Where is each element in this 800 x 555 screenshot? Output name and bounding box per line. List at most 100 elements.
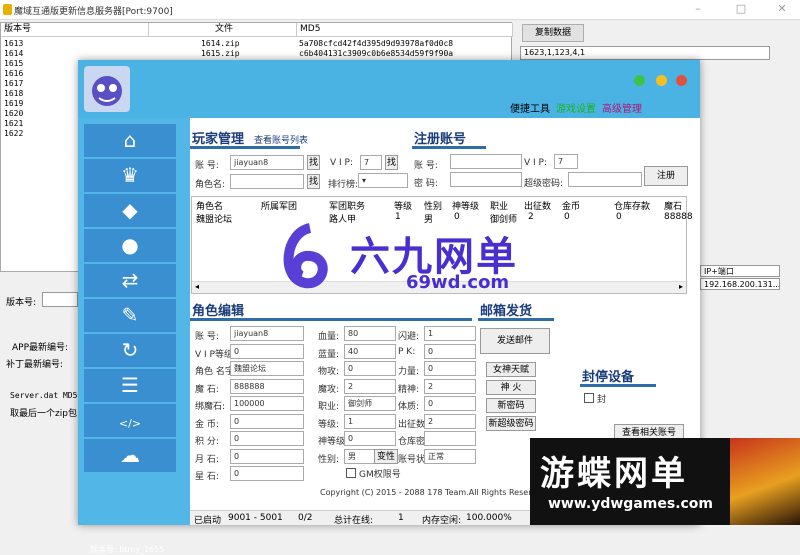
left-field[interactable]: 魏盟论坛 (230, 361, 304, 376)
right-field[interactable]: 正常 (424, 448, 476, 464)
minimize-icon[interactable]: – (692, 3, 704, 15)
role-name-input[interactable] (230, 174, 304, 189)
menu-advanced[interactable]: 高级管理 (602, 100, 642, 115)
new-super-password-button[interactable]: 新超级密码 (486, 416, 536, 431)
left-field[interactable]: jiayuan8 (230, 326, 304, 341)
status-state: 已启动 (194, 516, 222, 526)
reg-password-input[interactable] (450, 172, 522, 187)
cell-role: 魏盟论坛 (196, 215, 233, 225)
mid-field[interactable]: 0 (344, 361, 396, 376)
home-icon: ⌂ (123, 128, 137, 152)
right-field[interactable]: 2 (424, 413, 476, 429)
left-field[interactable]: 0 (230, 413, 304, 429)
grid-cell-ver: 1617 (4, 79, 24, 88)
app-icon (3, 4, 12, 15)
menu-tools[interactable]: 便捷工具 (510, 100, 550, 115)
register-title: 注册账号 (414, 132, 467, 147)
vip-input[interactable]: 7 (360, 155, 382, 170)
right-label: 体质: (398, 402, 420, 412)
reg-password-label: 密 码: (414, 179, 438, 189)
reg-super-input[interactable] (568, 172, 642, 187)
mid-field[interactable]: 2 (344, 378, 396, 394)
app-label: APP最新编号: (12, 343, 69, 353)
register-button[interactable]: 注册 (644, 166, 688, 186)
left-field[interactable]: 0 (230, 343, 304, 359)
divine-fire-button[interactable]: 神 火 (486, 380, 536, 395)
right-field[interactable]: 0 (424, 396, 476, 411)
crown-icon: ♛ (121, 163, 139, 187)
grid-cell-ver: 1615 (4, 59, 24, 68)
sidebar-item-7[interactable]: ☰ (84, 369, 176, 402)
maximize-icon[interactable]: □ (735, 3, 747, 15)
sidebar-item-2[interactable]: ◆ (84, 194, 176, 227)
scroll-right-icon[interactable]: ▸ (679, 282, 683, 291)
red-dot-icon[interactable] (676, 75, 687, 86)
left-field[interactable]: 888888 (230, 378, 304, 394)
cell-magic-stone: 88888 (664, 212, 693, 222)
status-ports: 9001 - 5001 (228, 513, 283, 523)
left-label: 金 币: (195, 419, 219, 430)
sidebar-item-8[interactable]: </> (84, 404, 176, 437)
find-role-button[interactable]: 找 (307, 174, 320, 189)
account-input[interactable]: jiayuan8 (230, 155, 304, 170)
role-name-label: 角色名: (195, 180, 226, 190)
yellow-dot-icon[interactable] (656, 75, 667, 86)
left-field[interactable]: 0 (230, 431, 304, 446)
reg-vip-input[interactable]: 7 (554, 154, 578, 169)
reg-account-input[interactable] (450, 154, 522, 169)
rank-select[interactable]: ▾ (358, 173, 408, 188)
left-field[interactable]: 0 (230, 448, 304, 464)
mid-field[interactable]: 御剑师 (344, 396, 396, 411)
sidebar-item-5[interactable]: ✎ (84, 299, 176, 332)
col-file[interactable]: 文件 (149, 23, 297, 37)
transform-button[interactable]: 变性 (374, 449, 398, 464)
copy-field[interactable]: 1623,1,123,4,1 (520, 46, 770, 60)
port-header: IP+端口 (700, 265, 780, 277)
sidebar-item-6[interactable]: ↻ (84, 334, 176, 367)
col-md5[interactable]: MD5 (297, 23, 513, 37)
col-version[interactable]: 版本号 (1, 23, 149, 37)
find-account-button[interactable]: 找 (307, 155, 320, 170)
version-input[interactable] (42, 292, 78, 307)
status-count: 0/2 (298, 513, 313, 523)
url-ydw: www.ydwgames.com (548, 496, 714, 512)
mid-field[interactable]: 40 (344, 343, 396, 359)
mid-field[interactable]: 80 (344, 326, 396, 341)
green-dot-icon[interactable] (634, 75, 645, 86)
scroll-left-icon[interactable]: ◂ (195, 282, 199, 291)
left-field[interactable]: 100000 (230, 396, 304, 411)
right-field[interactable]: 0 (424, 343, 476, 359)
menu-game-settings[interactable]: 游戏设置 (556, 100, 596, 115)
close-icon[interactable]: ✕ (776, 3, 788, 15)
grid-cell-ver: 1614 (4, 49, 24, 58)
th-level: 等级 (394, 202, 413, 212)
patch-label: 补丁最新编号: (6, 360, 64, 370)
diamond-icon: ◆ (122, 198, 138, 222)
send-mail-button[interactable]: 发送邮件 (480, 328, 550, 354)
right-field[interactable]: 1 (424, 326, 476, 341)
sidebar-item-3[interactable]: ● (84, 229, 176, 262)
gm-checkbox[interactable] (346, 468, 356, 478)
mid-field[interactable]: 1 (344, 413, 396, 429)
role-edit-underline (190, 318, 472, 321)
ban-checkbox[interactable] (584, 393, 594, 403)
goddess-talent-button[interactable]: 女神天赋 (486, 362, 536, 377)
server-title-bar: 魔域互通版更新信息服务器[Port:9700] – □ ✕ (0, 0, 800, 20)
left-field[interactable]: 0 (230, 466, 304, 481)
sidebar-item-1[interactable]: ♛ (84, 159, 176, 192)
transfer-icon: ⇄ (121, 268, 139, 292)
copy-data-button[interactable]: 复制数据 (522, 24, 584, 42)
th-role: 角色名 (196, 202, 224, 212)
right-field[interactable] (424, 431, 476, 446)
left-label: 积 分: (195, 437, 219, 447)
new-password-button[interactable]: 新密码 (486, 398, 536, 413)
right-label: 力量: (398, 367, 420, 377)
view-accounts-link[interactable]: 查看账号列表 (254, 133, 308, 146)
sidebar-item-0[interactable]: ⌂ (84, 124, 176, 157)
mid-field[interactable]: 0 (344, 431, 396, 446)
right-field[interactable]: 0 (424, 361, 476, 376)
right-field[interactable]: 2 (424, 378, 476, 394)
sidebar-item-9[interactable]: ☁ (84, 439, 176, 472)
sidebar-item-4[interactable]: ⇄ (84, 264, 176, 297)
find-vip-button[interactable]: 找 (385, 155, 398, 170)
